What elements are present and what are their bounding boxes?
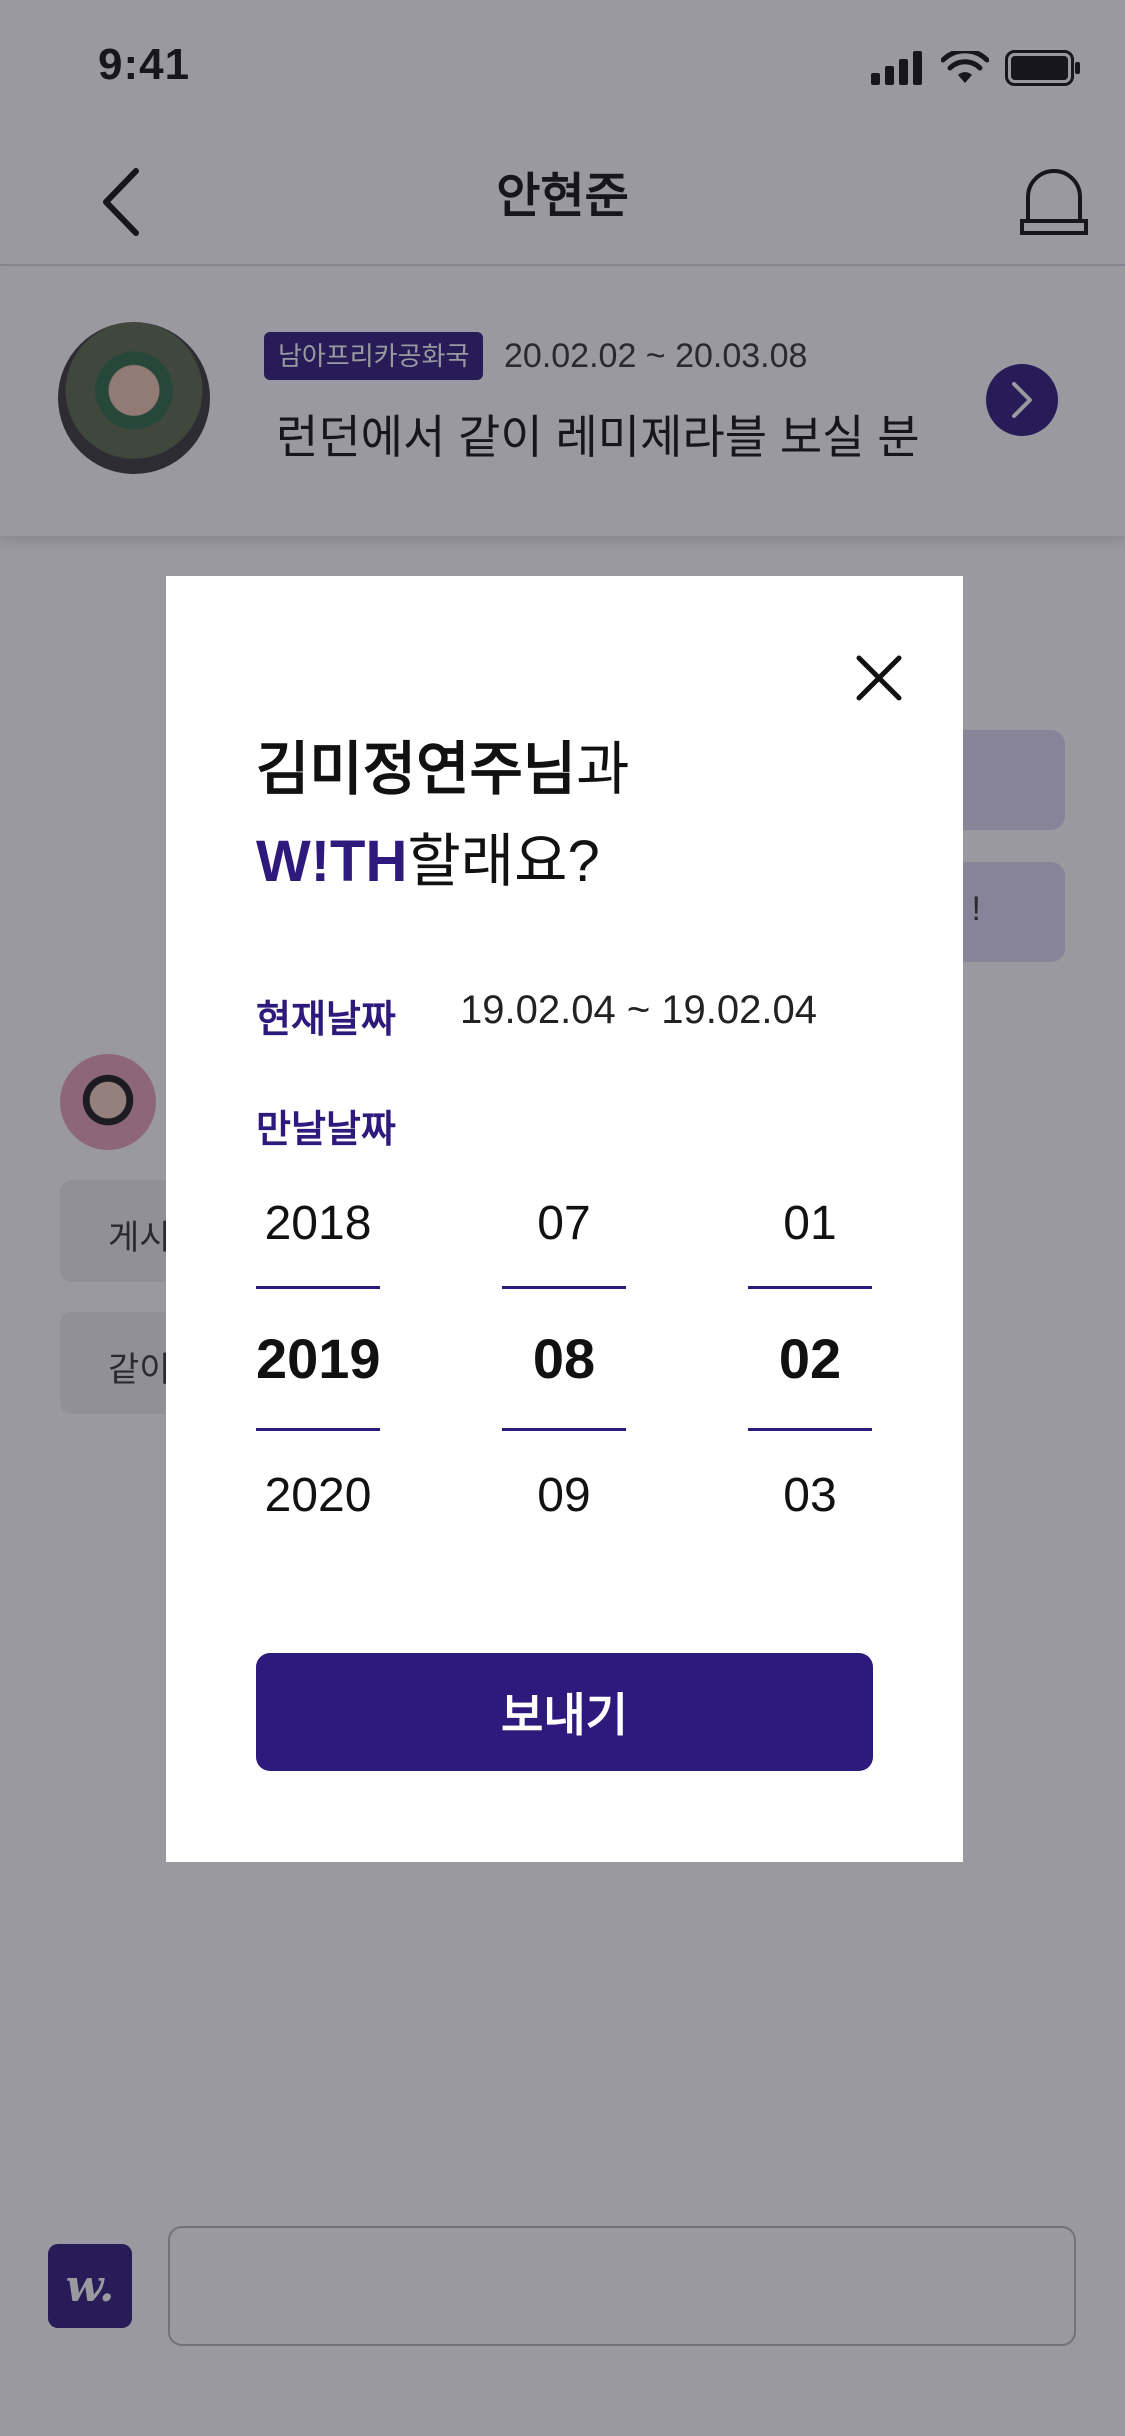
day-option[interactable]: 03	[748, 1468, 872, 1523]
month-option[interactable]: 09	[502, 1468, 626, 1523]
partner-name: 김미정연주님	[256, 737, 577, 802]
close-button[interactable]	[851, 650, 907, 706]
month-option-selected[interactable]: 08	[502, 1326, 626, 1391]
picker-divider	[256, 1286, 380, 1289]
picker-divider	[502, 1428, 626, 1431]
day-option-selected[interactable]: 02	[748, 1326, 872, 1391]
dialog-title: 김미정연주님과 W!TH할래요?	[256, 724, 630, 908]
title-suffix: 과	[576, 737, 630, 802]
send-button[interactable]: 보내기	[256, 1653, 873, 1771]
meet-date-label: 만날날짜	[256, 1109, 396, 1151]
year-option-selected[interactable]: 2019	[256, 1326, 381, 1391]
brand-name: W!TH	[256, 829, 408, 894]
current-date-label: 현재날짜	[256, 999, 396, 1041]
picker-divider	[256, 1428, 380, 1431]
current-date-value: 19.02.04 ~ 19.02.04	[460, 988, 817, 1032]
with-request-dialog: 김미정연주님과 W!TH할래요? 현재날짜 19.02.04 ~ 19.02.0…	[166, 576, 963, 1862]
year-option[interactable]: 2018	[256, 1196, 380, 1251]
close-icon	[856, 655, 902, 701]
title-question: 할래요?	[407, 829, 600, 894]
picker-divider	[748, 1428, 872, 1431]
year-option[interactable]: 2020	[256, 1468, 380, 1523]
month-option[interactable]: 07	[502, 1196, 626, 1251]
picker-divider	[502, 1286, 626, 1289]
day-option[interactable]: 01	[748, 1196, 872, 1251]
picker-divider	[748, 1286, 872, 1289]
